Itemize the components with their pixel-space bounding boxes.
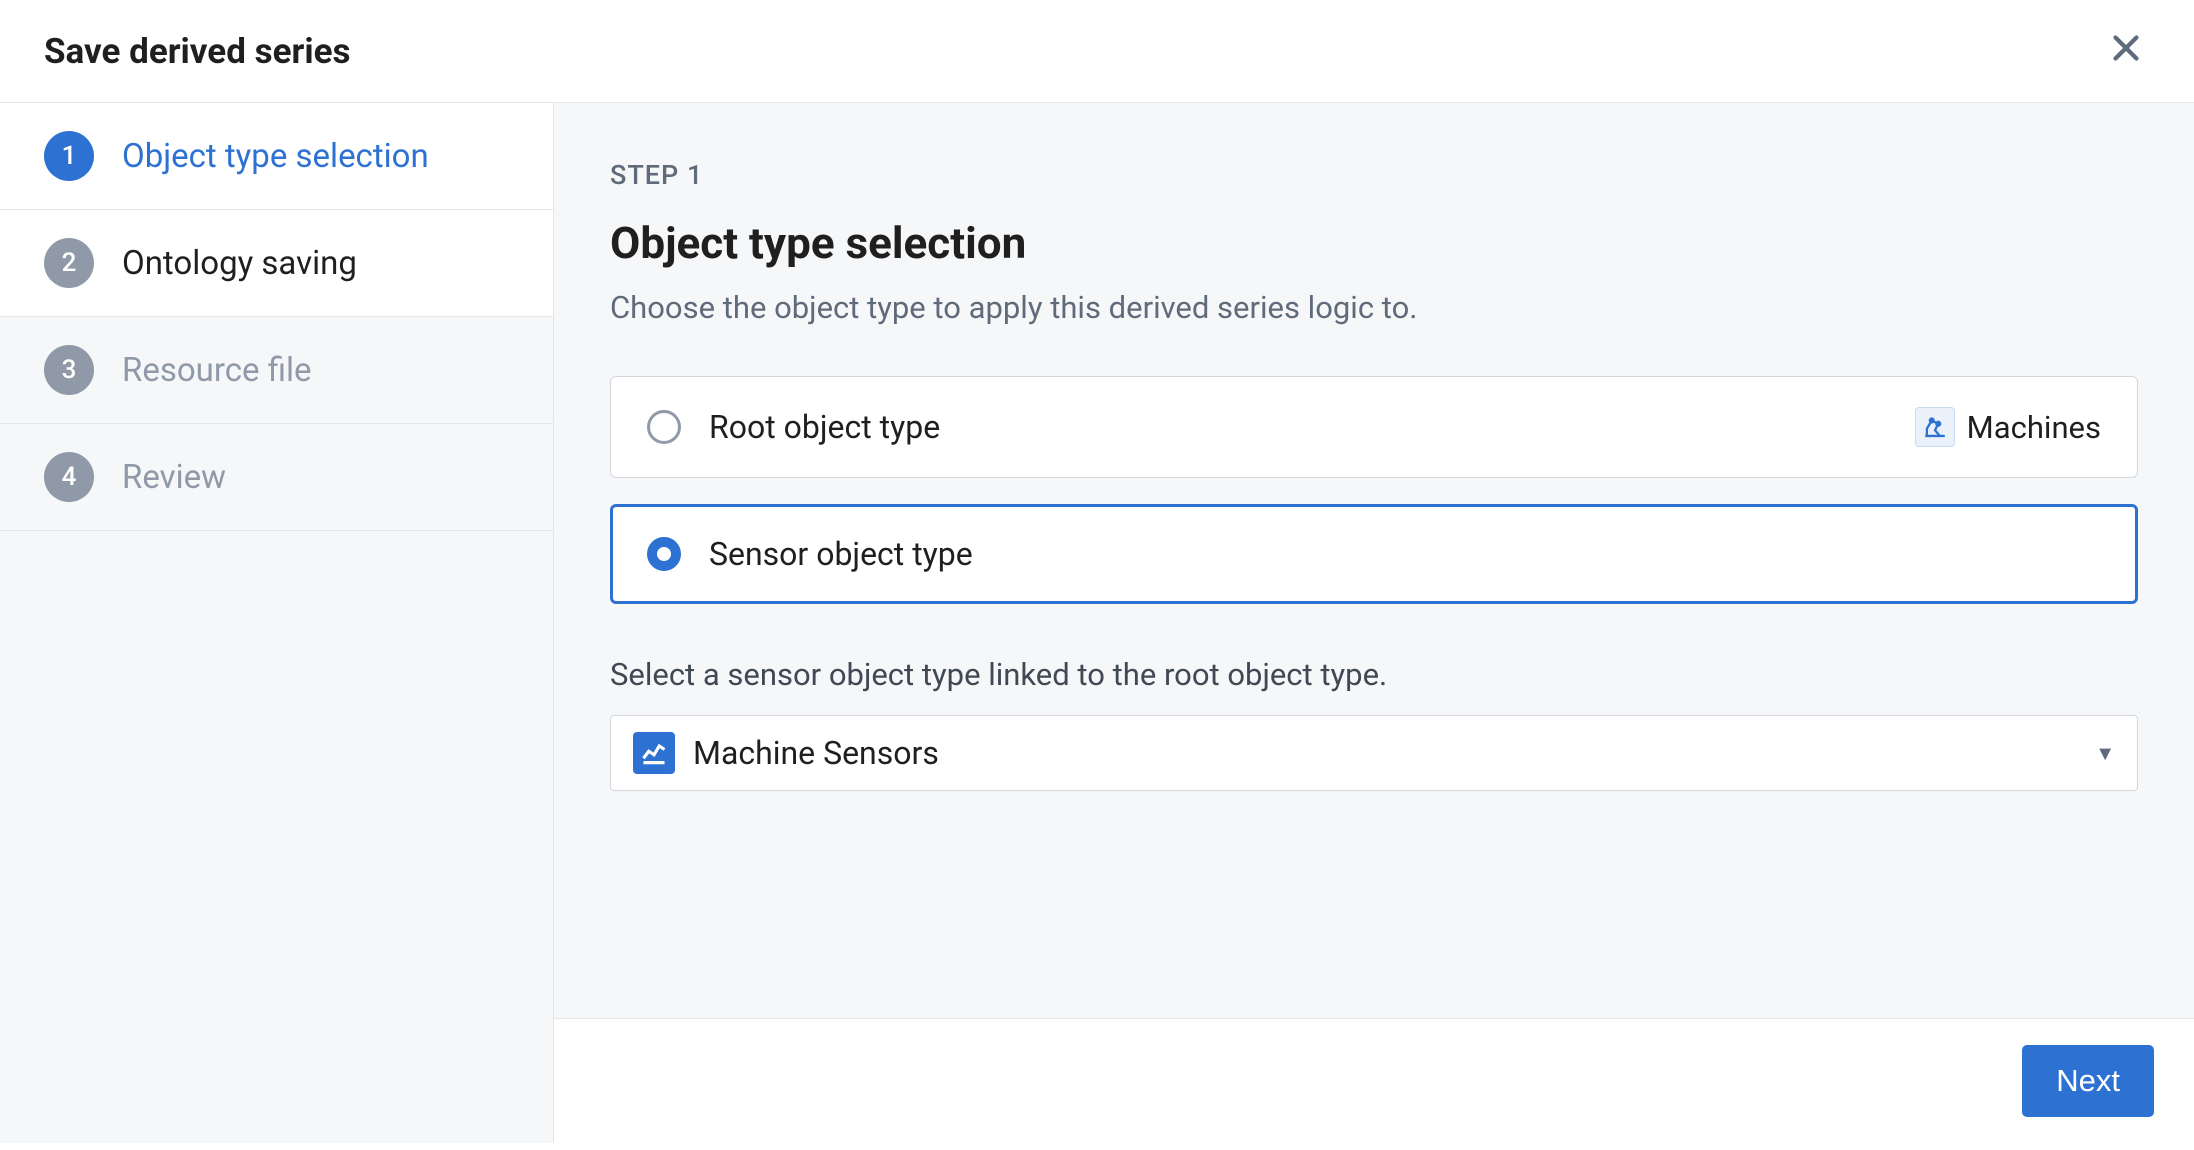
main-panel: STEP 1 Object type selection Choose the … [554,103,2194,1143]
step-resource-file[interactable]: 3 Resource file [0,317,553,424]
step-object-type-selection[interactable]: 1 Object type selection [0,103,553,210]
dialog-header: Save derived series [0,0,2194,103]
step-label: Review [122,458,226,497]
dialog-footer: Next [554,1018,2194,1143]
radio-root-object-type[interactable]: Root object type Machines [610,376,2138,478]
helper-text: Select a sensor object type linked to th… [610,656,2138,693]
radio-indicator [647,410,681,444]
step-review[interactable]: 4 Review [0,424,553,531]
radio-sensor-object-type[interactable]: Sensor object type [610,504,2138,604]
chart-icon [633,732,675,774]
select-value: Machine Sensors [693,734,939,772]
root-type-tag: Machines [1915,407,2101,447]
step-indicator: STEP 1 [610,159,2138,191]
step-heading: Object type selection [610,217,2138,269]
step-badge: 2 [44,238,94,288]
step-label: Ontology saving [122,244,357,283]
stepper-sidebar: 1 Object type selection 2 Ontology savin… [0,103,554,1143]
step-label: Resource file [122,351,312,390]
step-badge: 4 [44,452,94,502]
dialog-body: 1 Object type selection 2 Ontology savin… [0,103,2194,1143]
machine-icon [1915,407,1955,447]
caret-down-icon: ▼ [2095,741,2115,766]
close-button[interactable] [2102,30,2150,72]
dialog-title: Save derived series [44,31,350,72]
close-icon [2112,34,2140,62]
next-button[interactable]: Next [2022,1045,2154,1117]
main-content: STEP 1 Object type selection Choose the … [554,103,2194,1018]
sensor-type-select[interactable]: Machine Sensors ▼ [610,715,2138,791]
step-badge: 1 [44,131,94,181]
radio-label: Sensor object type [709,535,973,573]
radio-card-left: Root object type [647,408,940,446]
step-description: Choose the object type to apply this der… [610,289,2138,326]
radio-card-left: Sensor object type [647,535,973,573]
radio-indicator [647,537,681,571]
step-label: Object type selection [122,137,429,176]
step-ontology-saving[interactable]: 2 Ontology saving [0,210,553,317]
radio-label: Root object type [709,408,940,446]
root-type-tag-label: Machines [1967,409,2101,446]
step-badge: 3 [44,345,94,395]
select-left: Machine Sensors [633,732,939,774]
